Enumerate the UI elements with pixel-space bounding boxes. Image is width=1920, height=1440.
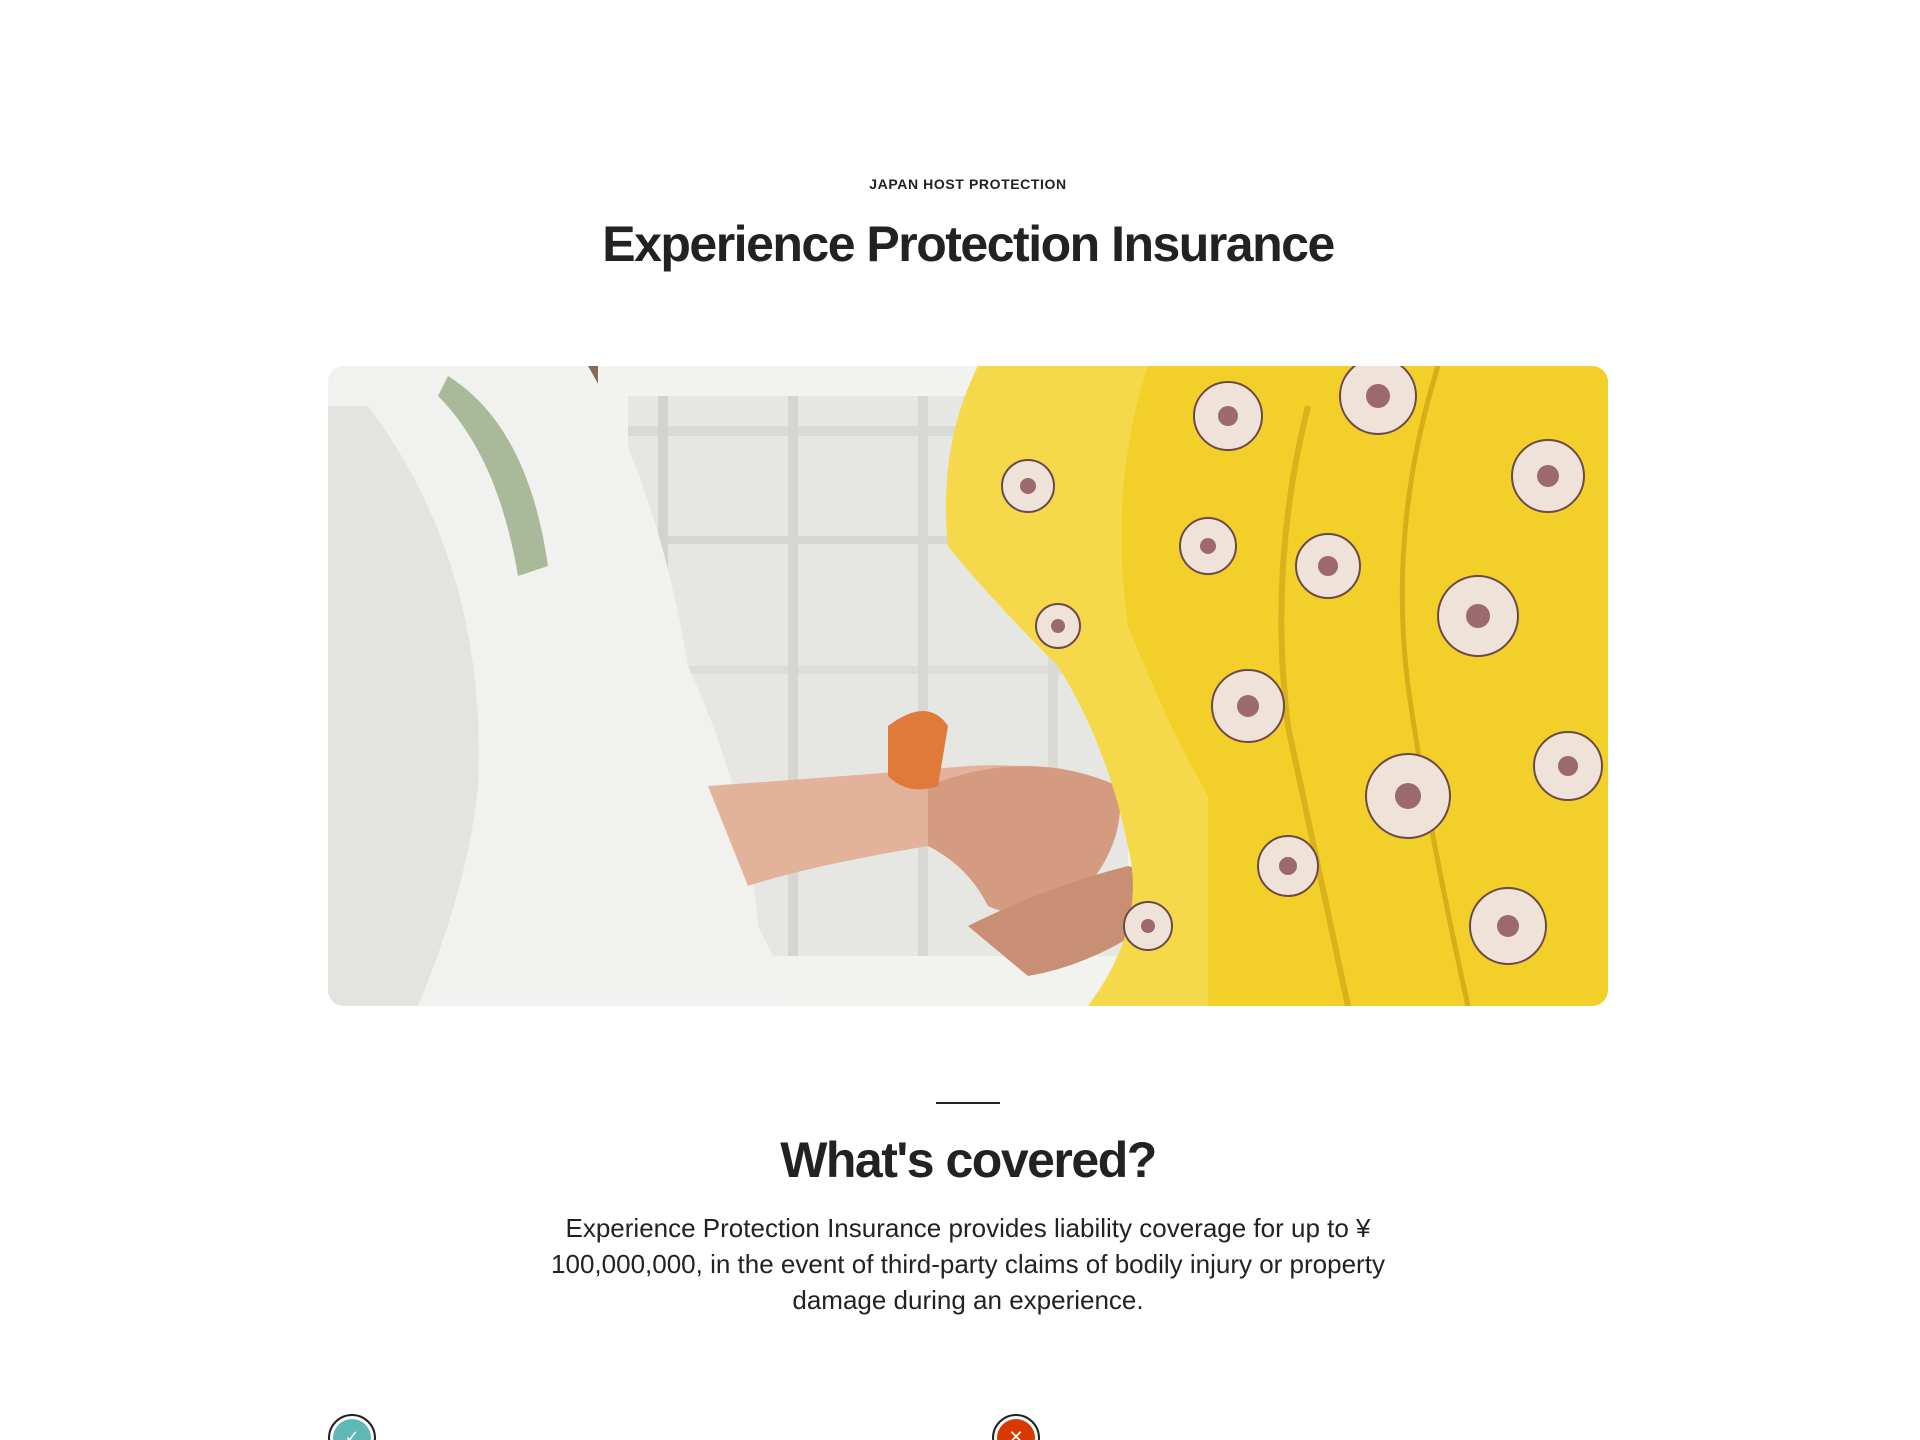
page: JAPAN HOST PROTECTION Experience Protect… (0, 0, 1920, 1440)
covered-check-icon: ✓ (328, 1414, 376, 1440)
hero-illustration (328, 366, 1608, 1006)
coverage-title: What's covered? (780, 1132, 1157, 1188)
not-covered-close-icon: ✕ (992, 1414, 1040, 1440)
section-divider (936, 1102, 1000, 1104)
hero-image (328, 366, 1608, 1006)
section-eyebrow: JAPAN HOST PROTECTION (869, 176, 1067, 192)
check-icon: ✓ (333, 1419, 371, 1440)
page-title: Experience Protection Insurance (602, 216, 1335, 272)
close-icon: ✕ (997, 1419, 1035, 1440)
coverage-description: Experience Protection Insurance provides… (551, 1213, 1385, 1315)
